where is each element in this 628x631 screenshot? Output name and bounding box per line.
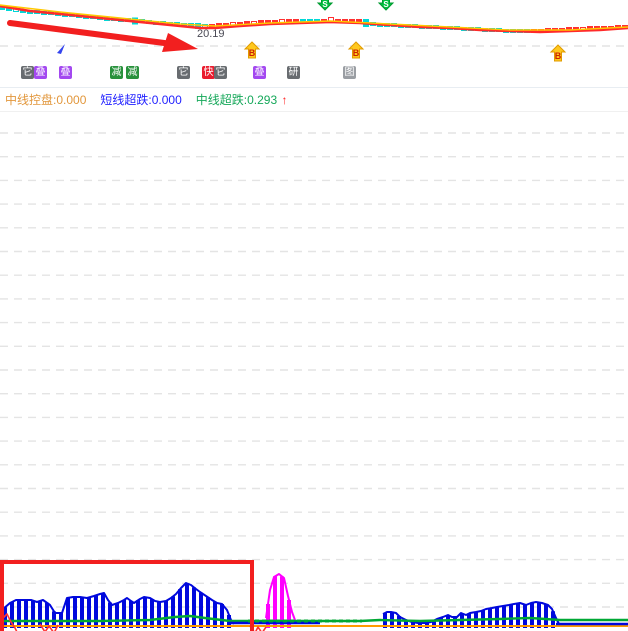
research-button[interactable]: 研	[287, 66, 300, 79]
mini-chart-button[interactable]: 图	[343, 66, 356, 79]
overlay-button-1[interactable]: 叠	[34, 66, 47, 79]
red-arrow-annotation	[7, 20, 175, 47]
stock-app-window: B B B S S 20.19 它叠叠减减它快它叠研图 中线控盘:0.000 短线超跌:0…	[0, 0, 628, 631]
indicator-panel	[0, 573, 628, 631]
indicator-button-3[interactable]: 它	[214, 66, 227, 79]
up-arrow-icon: ↑	[281, 93, 288, 107]
price-label: 20.19	[197, 28, 225, 40]
indicator-button-1[interactable]: 它	[21, 66, 34, 79]
caption-duanxian-chaodie: 短线超跌:0.000	[100, 93, 182, 107]
indicator-button-2[interactable]: 它	[177, 66, 190, 79]
price-panel: B B B S S 20.19	[0, 0, 628, 62]
reduce-button-1[interactable]: 减	[110, 66, 123, 79]
reduce-button-2[interactable]: 减	[126, 66, 139, 79]
gridlines	[0, 45, 628, 608]
svg-text:B: B	[353, 48, 360, 58]
caption-zhongxian-chaodie: 中线超跌:0.293 ↑	[195, 93, 288, 107]
svg-text:S: S	[383, 0, 389, 9]
svg-text:B: B	[555, 51, 562, 61]
svg-text:B: B	[249, 48, 256, 58]
overlay-button-2[interactable]: 叠	[59, 66, 72, 79]
annotations	[0, 20, 254, 631]
overlay-button-3[interactable]: 叠	[253, 66, 266, 79]
indicator-toolbar: 它叠叠减减它快它叠研图	[0, 62, 628, 88]
svg-text:S: S	[322, 0, 328, 9]
caption-zhongxian-kongpan: 中线控盘:0.000	[5, 93, 87, 107]
indicator-caption-row: 中线控盘:0.000 短线超跌:0.000 中线超跌:0.293 ↑	[0, 88, 628, 112]
